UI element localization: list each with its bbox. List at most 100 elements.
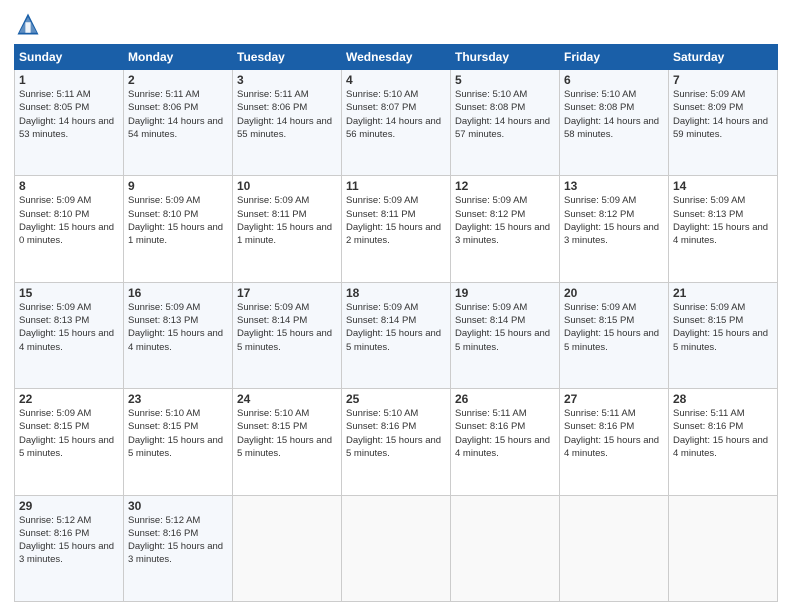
day-info: Sunrise: 5:09 AM Sunset: 8:10 PM Dayligh… bbox=[19, 194, 119, 247]
header bbox=[14, 10, 778, 38]
sunrise-label: Sunrise: 5:09 AM bbox=[19, 302, 91, 313]
calendar-day-cell bbox=[560, 495, 669, 601]
daylight-label: Daylight: 15 hours and 5 minutes. bbox=[237, 435, 332, 459]
daylight-label: Daylight: 15 hours and 5 minutes. bbox=[19, 435, 114, 459]
sunrise-label: Sunrise: 5:11 AM bbox=[564, 408, 636, 419]
calendar-day-cell: 8 Sunrise: 5:09 AM Sunset: 8:10 PM Dayli… bbox=[15, 176, 124, 282]
sunset-label: Sunset: 8:14 PM bbox=[237, 315, 307, 326]
calendar-day-cell bbox=[451, 495, 560, 601]
day-number: 27 bbox=[564, 392, 664, 406]
sunset-label: Sunset: 8:11 PM bbox=[346, 209, 416, 220]
day-info: Sunrise: 5:10 AM Sunset: 8:16 PM Dayligh… bbox=[346, 407, 446, 460]
sunset-label: Sunset: 8:16 PM bbox=[19, 528, 89, 539]
calendar-day-cell: 5 Sunrise: 5:10 AM Sunset: 8:08 PM Dayli… bbox=[451, 70, 560, 176]
sunset-label: Sunset: 8:15 PM bbox=[673, 315, 743, 326]
daylight-label: Daylight: 15 hours and 1 minute. bbox=[128, 222, 223, 246]
sunset-label: Sunset: 8:11 PM bbox=[237, 209, 307, 220]
daylight-label: Daylight: 15 hours and 5 minutes. bbox=[237, 328, 332, 352]
day-info: Sunrise: 5:09 AM Sunset: 8:13 PM Dayligh… bbox=[673, 194, 773, 247]
day-info: Sunrise: 5:09 AM Sunset: 8:13 PM Dayligh… bbox=[19, 301, 119, 354]
calendar-day-cell: 4 Sunrise: 5:10 AM Sunset: 8:07 PM Dayli… bbox=[342, 70, 451, 176]
day-info: Sunrise: 5:10 AM Sunset: 8:08 PM Dayligh… bbox=[564, 88, 664, 141]
daylight-label: Daylight: 14 hours and 56 minutes. bbox=[346, 116, 441, 140]
calendar-week-row: 22 Sunrise: 5:09 AM Sunset: 8:15 PM Dayl… bbox=[15, 389, 778, 495]
daylight-label: Daylight: 15 hours and 4 minutes. bbox=[564, 435, 659, 459]
day-number: 15 bbox=[19, 286, 119, 300]
calendar-day-cell: 25 Sunrise: 5:10 AM Sunset: 8:16 PM Dayl… bbox=[342, 389, 451, 495]
sunrise-label: Sunrise: 5:09 AM bbox=[455, 195, 527, 206]
sunrise-label: Sunrise: 5:09 AM bbox=[564, 195, 636, 206]
calendar-day-cell: 13 Sunrise: 5:09 AM Sunset: 8:12 PM Dayl… bbox=[560, 176, 669, 282]
weekday-header: Friday bbox=[560, 45, 669, 70]
calendar-day-cell: 2 Sunrise: 5:11 AM Sunset: 8:06 PM Dayli… bbox=[124, 70, 233, 176]
daylight-label: Daylight: 14 hours and 57 minutes. bbox=[455, 116, 550, 140]
calendar-week-row: 1 Sunrise: 5:11 AM Sunset: 8:05 PM Dayli… bbox=[15, 70, 778, 176]
sunset-label: Sunset: 8:14 PM bbox=[455, 315, 525, 326]
calendar-day-cell bbox=[233, 495, 342, 601]
calendar-day-cell: 24 Sunrise: 5:10 AM Sunset: 8:15 PM Dayl… bbox=[233, 389, 342, 495]
calendar-day-cell: 28 Sunrise: 5:11 AM Sunset: 8:16 PM Dayl… bbox=[669, 389, 778, 495]
sunset-label: Sunset: 8:07 PM bbox=[346, 102, 416, 113]
day-number: 20 bbox=[564, 286, 664, 300]
daylight-label: Daylight: 14 hours and 55 minutes. bbox=[237, 116, 332, 140]
daylight-label: Daylight: 15 hours and 2 minutes. bbox=[346, 222, 441, 246]
day-info: Sunrise: 5:09 AM Sunset: 8:14 PM Dayligh… bbox=[237, 301, 337, 354]
sunrise-label: Sunrise: 5:09 AM bbox=[346, 302, 418, 313]
sunset-label: Sunset: 8:16 PM bbox=[128, 528, 198, 539]
day-number: 3 bbox=[237, 73, 337, 87]
calendar-day-cell: 27 Sunrise: 5:11 AM Sunset: 8:16 PM Dayl… bbox=[560, 389, 669, 495]
weekday-header: Wednesday bbox=[342, 45, 451, 70]
calendar-week-row: 29 Sunrise: 5:12 AM Sunset: 8:16 PM Dayl… bbox=[15, 495, 778, 601]
sunrise-label: Sunrise: 5:09 AM bbox=[564, 302, 636, 313]
day-info: Sunrise: 5:12 AM Sunset: 8:16 PM Dayligh… bbox=[128, 514, 228, 567]
daylight-label: Daylight: 15 hours and 4 minutes. bbox=[673, 222, 768, 246]
day-number: 7 bbox=[673, 73, 773, 87]
calendar-day-cell bbox=[669, 495, 778, 601]
sunset-label: Sunset: 8:10 PM bbox=[19, 209, 89, 220]
sunrise-label: Sunrise: 5:09 AM bbox=[346, 195, 418, 206]
sunset-label: Sunset: 8:13 PM bbox=[19, 315, 89, 326]
sunrise-label: Sunrise: 5:09 AM bbox=[455, 302, 527, 313]
day-info: Sunrise: 5:09 AM Sunset: 8:12 PM Dayligh… bbox=[564, 194, 664, 247]
sunrise-label: Sunrise: 5:09 AM bbox=[19, 408, 91, 419]
day-info: Sunrise: 5:10 AM Sunset: 8:15 PM Dayligh… bbox=[128, 407, 228, 460]
day-number: 14 bbox=[673, 179, 773, 193]
calendar-header-row: SundayMondayTuesdayWednesdayThursdayFrid… bbox=[15, 45, 778, 70]
sunrise-label: Sunrise: 5:09 AM bbox=[673, 302, 745, 313]
day-info: Sunrise: 5:09 AM Sunset: 8:11 PM Dayligh… bbox=[237, 194, 337, 247]
sunset-label: Sunset: 8:15 PM bbox=[128, 421, 198, 432]
calendar-day-cell: 3 Sunrise: 5:11 AM Sunset: 8:06 PM Dayli… bbox=[233, 70, 342, 176]
sunrise-label: Sunrise: 5:09 AM bbox=[673, 195, 745, 206]
calendar-day-cell: 23 Sunrise: 5:10 AM Sunset: 8:15 PM Dayl… bbox=[124, 389, 233, 495]
sunrise-label: Sunrise: 5:09 AM bbox=[128, 302, 200, 313]
sunrise-label: Sunrise: 5:11 AM bbox=[128, 89, 200, 100]
sunset-label: Sunset: 8:15 PM bbox=[564, 315, 634, 326]
day-info: Sunrise: 5:09 AM Sunset: 8:14 PM Dayligh… bbox=[455, 301, 555, 354]
calendar-table: SundayMondayTuesdayWednesdayThursdayFrid… bbox=[14, 44, 778, 602]
sunrise-label: Sunrise: 5:11 AM bbox=[19, 89, 91, 100]
daylight-label: Daylight: 15 hours and 4 minutes. bbox=[455, 435, 550, 459]
calendar-day-cell: 17 Sunrise: 5:09 AM Sunset: 8:14 PM Dayl… bbox=[233, 282, 342, 388]
sunrise-label: Sunrise: 5:09 AM bbox=[237, 195, 309, 206]
day-number: 2 bbox=[128, 73, 228, 87]
calendar-day-cell: 14 Sunrise: 5:09 AM Sunset: 8:13 PM Dayl… bbox=[669, 176, 778, 282]
page: SundayMondayTuesdayWednesdayThursdayFrid… bbox=[0, 0, 792, 612]
sunset-label: Sunset: 8:09 PM bbox=[673, 102, 743, 113]
sunset-label: Sunset: 8:16 PM bbox=[673, 421, 743, 432]
day-info: Sunrise: 5:09 AM Sunset: 8:15 PM Dayligh… bbox=[673, 301, 773, 354]
day-number: 19 bbox=[455, 286, 555, 300]
day-number: 9 bbox=[128, 179, 228, 193]
sunrise-label: Sunrise: 5:12 AM bbox=[19, 515, 91, 526]
day-number: 29 bbox=[19, 499, 119, 513]
sunset-label: Sunset: 8:10 PM bbox=[128, 209, 198, 220]
calendar-day-cell: 26 Sunrise: 5:11 AM Sunset: 8:16 PM Dayl… bbox=[451, 389, 560, 495]
day-number: 4 bbox=[346, 73, 446, 87]
day-info: Sunrise: 5:09 AM Sunset: 8:13 PM Dayligh… bbox=[128, 301, 228, 354]
sunrise-label: Sunrise: 5:10 AM bbox=[346, 408, 418, 419]
daylight-label: Daylight: 15 hours and 5 minutes. bbox=[346, 328, 441, 352]
weekday-header: Thursday bbox=[451, 45, 560, 70]
daylight-label: Daylight: 15 hours and 3 minutes. bbox=[455, 222, 550, 246]
sunrise-label: Sunrise: 5:09 AM bbox=[128, 195, 200, 206]
day-number: 25 bbox=[346, 392, 446, 406]
sunset-label: Sunset: 8:16 PM bbox=[346, 421, 416, 432]
